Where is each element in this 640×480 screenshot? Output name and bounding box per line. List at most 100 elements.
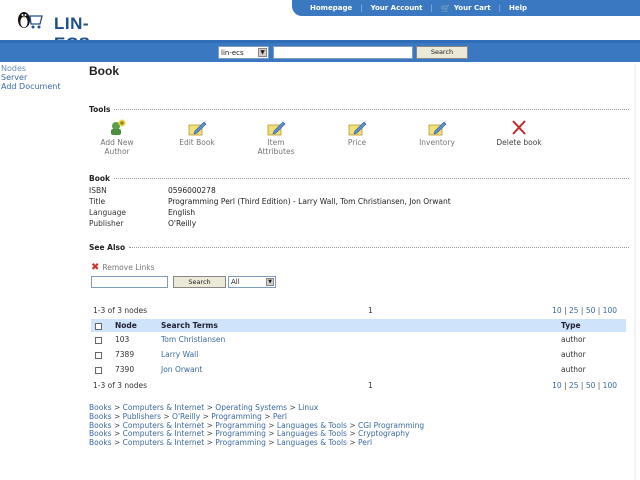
leftnav-nodes[interactable]: Nodes [1,64,81,73]
top-nav: Homepage | Your Account | 🛒 Your Cart | … [292,0,640,16]
nav-separator: | [430,4,433,12]
search-scope-select[interactable]: lin-ecs ▼ [218,46,269,59]
tools-section-header: Tools [89,105,629,114]
page-size-10[interactable]: 10 [552,381,562,390]
select-all-cell [91,319,111,332]
edit-book-button[interactable]: Edit Book [173,119,221,148]
breadcrumb-link[interactable]: CGI Programming [358,421,424,430]
site-logo[interactable]: LIN-ECS [14,6,124,53]
page-size-options: 10 | 25 | 50 | 100 [552,306,617,315]
leftnav-add-document[interactable]: Add Document [1,82,81,91]
result-count: 1-3 of 3 nodes [93,306,148,315]
nav-homepage[interactable]: Homepage [310,4,352,12]
breadcrumb-link[interactable]: Languages & Tools [277,421,347,430]
breadcrumb-link[interactable]: Books [89,412,112,421]
breadcrumb-link[interactable]: Languages & Tools [277,438,347,447]
delete-book-label: Delete book [496,138,542,147]
breadcrumb-link[interactable]: Perl [358,438,372,447]
row-checkbox[interactable] [95,336,102,344]
term-link[interactable]: Tom Christiansen [161,335,225,344]
breadcrumb-link[interactable]: O'Reilly [172,412,200,421]
see-also-type-select[interactable]: All ▼ [228,276,276,288]
search-scope-value: lin-ecs [221,48,244,57]
item-attributes-button[interactable]: Item Attributes [252,119,300,156]
breadcrumb-link[interactable]: Books [89,429,112,438]
search-bar: lin-ecs ▼ Search [0,43,640,62]
term-link[interactable]: Jon Orwant [161,365,202,374]
column-header-node[interactable]: Node [111,319,157,332]
breadcrumb-link[interactable]: Languages & Tools [277,429,347,438]
field-key: ISBN [89,186,107,195]
table-row: 103 Tom Christiansen author [91,332,626,347]
page-size-25[interactable]: 25 [569,381,579,390]
breadcrumb-separator: > [265,438,277,448]
breadcrumb-link[interactable]: Books [89,403,112,412]
type-cell: author [561,350,586,359]
page-size-25[interactable]: 25 [569,306,579,315]
term-link[interactable]: Larry Wall [161,350,198,359]
page-size-10[interactable]: 10 [552,306,562,315]
add-new-author-button[interactable]: Add New Author [93,119,141,156]
column-header-type[interactable]: Type [557,319,626,332]
chevron-down-icon: ▼ [258,48,267,57]
inventory-button[interactable]: Inventory [413,119,461,148]
node-cell: 7389 [115,350,135,359]
search-input[interactable] [273,46,413,59]
breadcrumb-link[interactable]: Publishers [123,412,161,421]
breadcrumb-link[interactable]: Computers & Internet [123,429,205,438]
breadcrumb-separator: > [111,429,123,439]
inventory-label: Inventory [419,138,455,147]
see-also-search-input[interactable] [91,276,168,288]
breadcrumb-link[interactable]: Programming [211,412,262,421]
price-button[interactable]: Price [333,119,381,148]
breadcrumb-link[interactable]: Cryptography [358,429,409,438]
table-row: 7390 Jon Orwant author [91,362,626,377]
remove-links-button[interactable]: ✖ Remove Links [91,262,154,273]
breadcrumb-separator: > [265,429,277,439]
breadcrumb-separator: > [204,429,216,439]
breadcrumb-link[interactable]: Programming [215,438,266,447]
breadcrumb-link[interactable]: Linux [298,403,318,412]
page-number[interactable]: 1 [368,306,373,315]
field-key: Title [89,197,106,206]
column-header-search-terms[interactable]: Search Terms [157,319,557,332]
page-scrollbar[interactable] [630,64,640,480]
search-button[interactable]: Search [416,46,468,59]
nav-help[interactable]: Help [509,4,527,12]
price-icon [347,119,367,137]
breadcrumb: Books > Computers & Internet > Programmi… [89,438,424,448]
breadcrumb-link[interactable]: Operating Systems [215,403,287,412]
page-size-100[interactable]: 100 [603,306,617,315]
breadcrumb-separator: > [204,438,216,448]
delete-book-button[interactable]: Delete book [491,119,547,148]
pager-bottom: 1-3 of 3 nodes 1 10 | 25 | 50 | 100 [91,380,621,392]
tools-heading: Tools [89,105,111,114]
breadcrumb-link[interactable]: Books [89,421,112,430]
row-checkbox[interactable] [95,366,102,374]
breadcrumb-separator: > [204,420,216,430]
leftnav-server[interactable]: Server [1,73,81,82]
page-size-100[interactable]: 100 [603,381,617,390]
breadcrumb-separator: > [111,403,123,412]
nav-your-cart[interactable]: Your Cart [454,4,491,12]
page-size-50[interactable]: 50 [586,381,596,390]
breadcrumb-link[interactable]: Programming [215,429,266,438]
breadcrumb-link[interactable]: Computers & Internet [123,438,205,447]
row-checkbox-cell [91,347,111,362]
cart-icon: 🛒 [440,3,451,13]
breadcrumb-link[interactable]: Perl [273,412,287,421]
breadcrumb-link[interactable]: Computers & Internet [123,403,205,412]
item-attributes-icon [266,119,286,137]
breadcrumb-link[interactable]: Programming [215,421,266,430]
breadcrumb-separator: > [111,438,123,448]
breadcrumb-link[interactable]: Books [89,438,112,447]
select-all-checkbox[interactable] [95,322,102,330]
remove-links-label: Remove Links [102,263,155,272]
nav-your-account[interactable]: Your Account [371,4,423,12]
row-checkbox[interactable] [95,351,102,359]
page-number[interactable]: 1 [368,381,373,390]
breadcrumb-link[interactable]: Computers & Internet [123,421,205,430]
term-cell: Larry Wall [157,347,557,362]
see-also-search-button[interactable]: Search [173,276,226,288]
page-size-50[interactable]: 50 [586,306,596,315]
